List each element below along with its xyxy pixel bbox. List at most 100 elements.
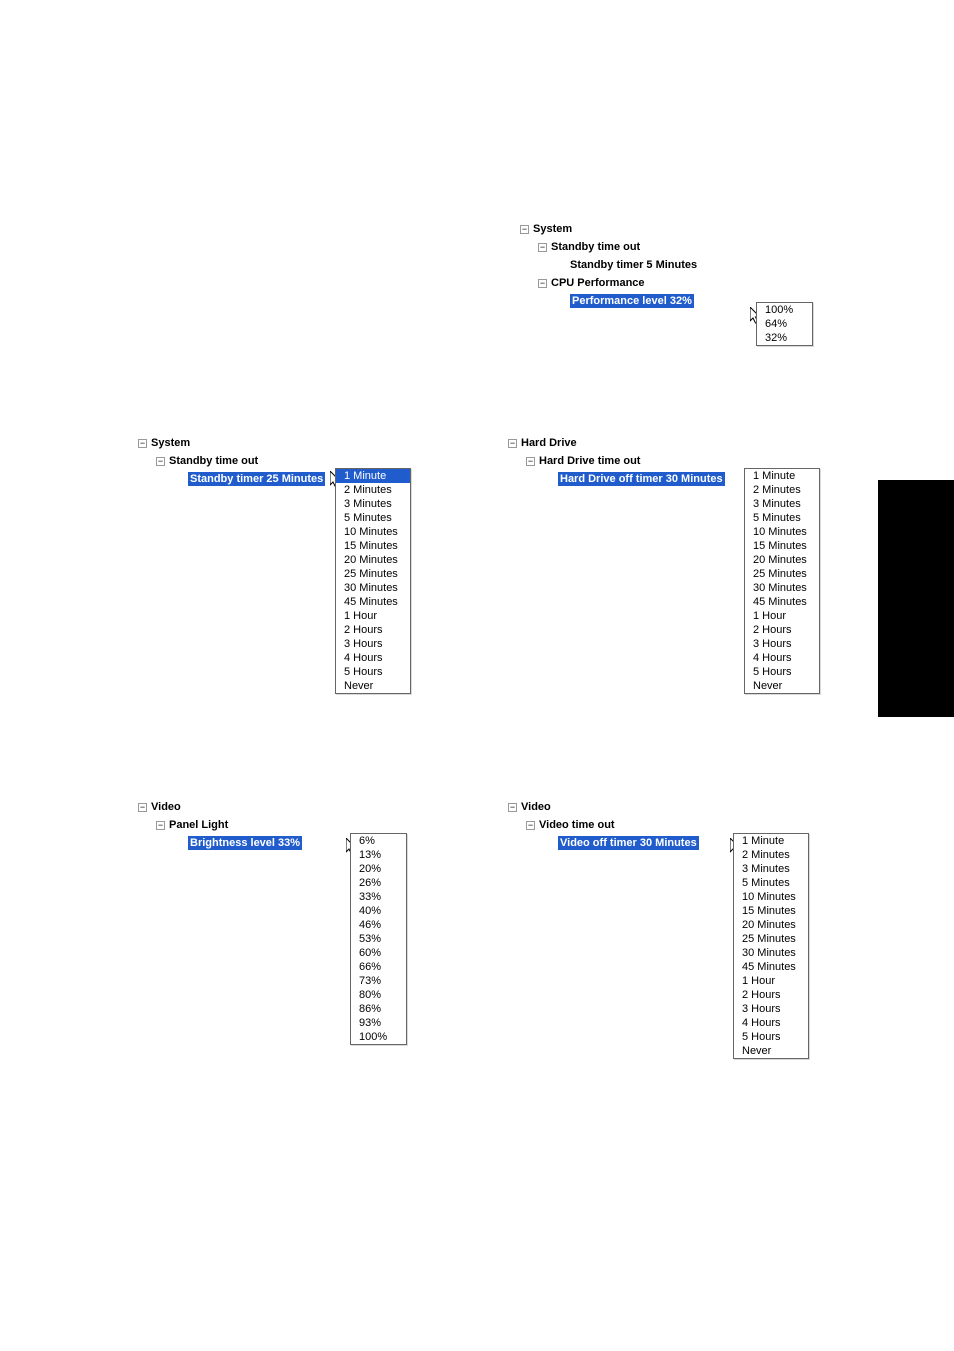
context-menu-hd: 1 Minute 2 Minutes 3 Minutes 5 Minutes 1… (744, 468, 820, 694)
tree-node-system[interactable]: System (533, 223, 572, 235)
collapse-icon[interactable]: − (138, 439, 147, 448)
menu-item[interactable]: 10 Minutes (336, 525, 410, 539)
menu-item[interactable]: 26% (351, 876, 406, 890)
menu-item[interactable]: 3 Hours (734, 1002, 808, 1016)
menu-item[interactable]: 2 Minutes (745, 483, 819, 497)
menu-item[interactable]: 4 Hours (745, 651, 819, 665)
menu-item[interactable]: 3 Hours (336, 637, 410, 651)
menu-item[interactable]: 5 Minutes (336, 511, 410, 525)
menu-item[interactable]: 13% (351, 848, 406, 862)
menu-item[interactable]: 10 Minutes (734, 890, 808, 904)
tree-leaf-video-off-timer[interactable]: Video off timer 30 Minutes (558, 836, 699, 850)
menu-item[interactable]: 20% (351, 862, 406, 876)
menu-item[interactable]: 15 Minutes (336, 539, 410, 553)
menu-item[interactable]: 3 Hours (745, 637, 819, 651)
menu-item[interactable]: 30 Minutes (336, 581, 410, 595)
tree-video-panel-light: − Video − Panel Light Brightness level 3… (138, 798, 302, 852)
menu-item[interactable]: 10 Minutes (745, 525, 819, 539)
tree-node-system[interactable]: System (151, 437, 190, 449)
menu-item[interactable]: Never (336, 679, 410, 693)
menu-item[interactable]: 46% (351, 918, 406, 932)
collapse-icon[interactable]: − (538, 243, 547, 252)
menu-item[interactable]: 1 Hour (734, 974, 808, 988)
menu-item[interactable]: 2 Hours (734, 988, 808, 1002)
tree-system-cpu: − System − Standby time out Standby time… (520, 220, 697, 310)
tree-leaf-hd-off-timer[interactable]: Hard Drive off timer 30 Minutes (558, 472, 725, 486)
menu-item[interactable]: 5 Minutes (745, 511, 819, 525)
menu-item[interactable]: 15 Minutes (745, 539, 819, 553)
collapse-icon[interactable]: − (508, 439, 517, 448)
menu-item[interactable]: 30 Minutes (734, 946, 808, 960)
menu-item[interactable]: 1 Minute (336, 469, 410, 483)
menu-item[interactable]: 45 Minutes (336, 595, 410, 609)
tree-node-hd-timeout[interactable]: Hard Drive time out (539, 455, 640, 467)
menu-item[interactable]: 5 Hours (336, 665, 410, 679)
tree-leaf-brightness[interactable]: Brightness level 33% (188, 836, 302, 850)
menu-item[interactable]: 5 Minutes (734, 876, 808, 890)
menu-item[interactable]: Never (745, 679, 819, 693)
menu-item[interactable]: 2 Minutes (734, 848, 808, 862)
menu-item[interactable]: 45 Minutes (734, 960, 808, 974)
menu-item[interactable]: 1 Hour (745, 609, 819, 623)
tree-node-harddrive[interactable]: Hard Drive (521, 437, 577, 449)
menu-item[interactable]: 25 Minutes (734, 932, 808, 946)
menu-item[interactable]: 86% (351, 1002, 406, 1016)
menu-item[interactable]: 66% (351, 960, 406, 974)
menu-item[interactable]: 3 Minutes (745, 497, 819, 511)
tree-node-panel-light[interactable]: Panel Light (169, 819, 228, 831)
menu-item[interactable]: 2 Hours (336, 623, 410, 637)
collapse-icon[interactable]: − (520, 225, 529, 234)
menu-item[interactable]: 20 Minutes (336, 553, 410, 567)
tree-node-video[interactable]: Video (151, 801, 181, 813)
menu-item[interactable]: 40% (351, 904, 406, 918)
tree-system-standby: − System − Standby time out Standby time… (138, 434, 325, 488)
menu-item[interactable]: 1 Minute (734, 834, 808, 848)
collapse-icon[interactable]: − (156, 457, 165, 466)
collapse-icon[interactable]: − (156, 821, 165, 830)
tree-node-standby-timeout[interactable]: Standby time out (551, 241, 640, 253)
menu-item[interactable]: 33% (351, 890, 406, 904)
collapse-icon[interactable]: − (526, 457, 535, 466)
tree-node-video[interactable]: Video (521, 801, 551, 813)
menu-item[interactable]: 2 Minutes (336, 483, 410, 497)
menu-item[interactable]: 93% (351, 1016, 406, 1030)
context-menu-brightness: 6% 13% 20% 26% 33% 40% 46% 53% 60% 66% 7… (350, 833, 407, 1045)
menu-item[interactable]: 32% (757, 331, 812, 345)
collapse-icon[interactable]: − (138, 803, 147, 812)
tree-node-standby-timeout[interactable]: Standby time out (169, 455, 258, 467)
menu-item[interactable]: 100% (351, 1030, 406, 1044)
menu-item[interactable]: 25 Minutes (745, 567, 819, 581)
menu-item[interactable]: 25 Minutes (336, 567, 410, 581)
menu-item[interactable]: 4 Hours (336, 651, 410, 665)
menu-item[interactable]: 73% (351, 974, 406, 988)
menu-item[interactable]: 20 Minutes (734, 918, 808, 932)
menu-item[interactable]: 5 Hours (745, 665, 819, 679)
tree-harddrive: − Hard Drive − Hard Drive time out Hard … (508, 434, 725, 488)
tree-leaf-standby-timer[interactable]: Standby timer 5 Minutes (570, 259, 697, 271)
menu-item[interactable]: 80% (351, 988, 406, 1002)
menu-item[interactable]: 3 Minutes (734, 862, 808, 876)
collapse-icon[interactable]: − (526, 821, 535, 830)
menu-item[interactable]: 2 Hours (745, 623, 819, 637)
menu-item[interactable]: 15 Minutes (734, 904, 808, 918)
menu-item[interactable]: 30 Minutes (745, 581, 819, 595)
menu-item[interactable]: 1 Minute (745, 469, 819, 483)
tree-leaf-performance-level[interactable]: Performance level 32% (570, 294, 694, 308)
menu-item[interactable]: 1 Hour (336, 609, 410, 623)
menu-item[interactable]: 64% (757, 317, 812, 331)
collapse-icon[interactable]: − (508, 803, 517, 812)
tree-leaf-standby-timer[interactable]: Standby timer 25 Minutes (188, 472, 325, 486)
menu-item[interactable]: 100% (757, 303, 812, 317)
menu-item[interactable]: 4 Hours (734, 1016, 808, 1030)
tree-node-video-timeout[interactable]: Video time out (539, 819, 615, 831)
menu-item[interactable]: 6% (351, 834, 406, 848)
menu-item[interactable]: 20 Minutes (745, 553, 819, 567)
menu-item[interactable]: Never (734, 1044, 808, 1058)
collapse-icon[interactable]: − (538, 279, 547, 288)
menu-item[interactable]: 5 Hours (734, 1030, 808, 1044)
menu-item[interactable]: 60% (351, 946, 406, 960)
menu-item[interactable]: 3 Minutes (336, 497, 410, 511)
tree-node-cpu-performance[interactable]: CPU Performance (551, 277, 645, 289)
menu-item[interactable]: 45 Minutes (745, 595, 819, 609)
menu-item[interactable]: 53% (351, 932, 406, 946)
